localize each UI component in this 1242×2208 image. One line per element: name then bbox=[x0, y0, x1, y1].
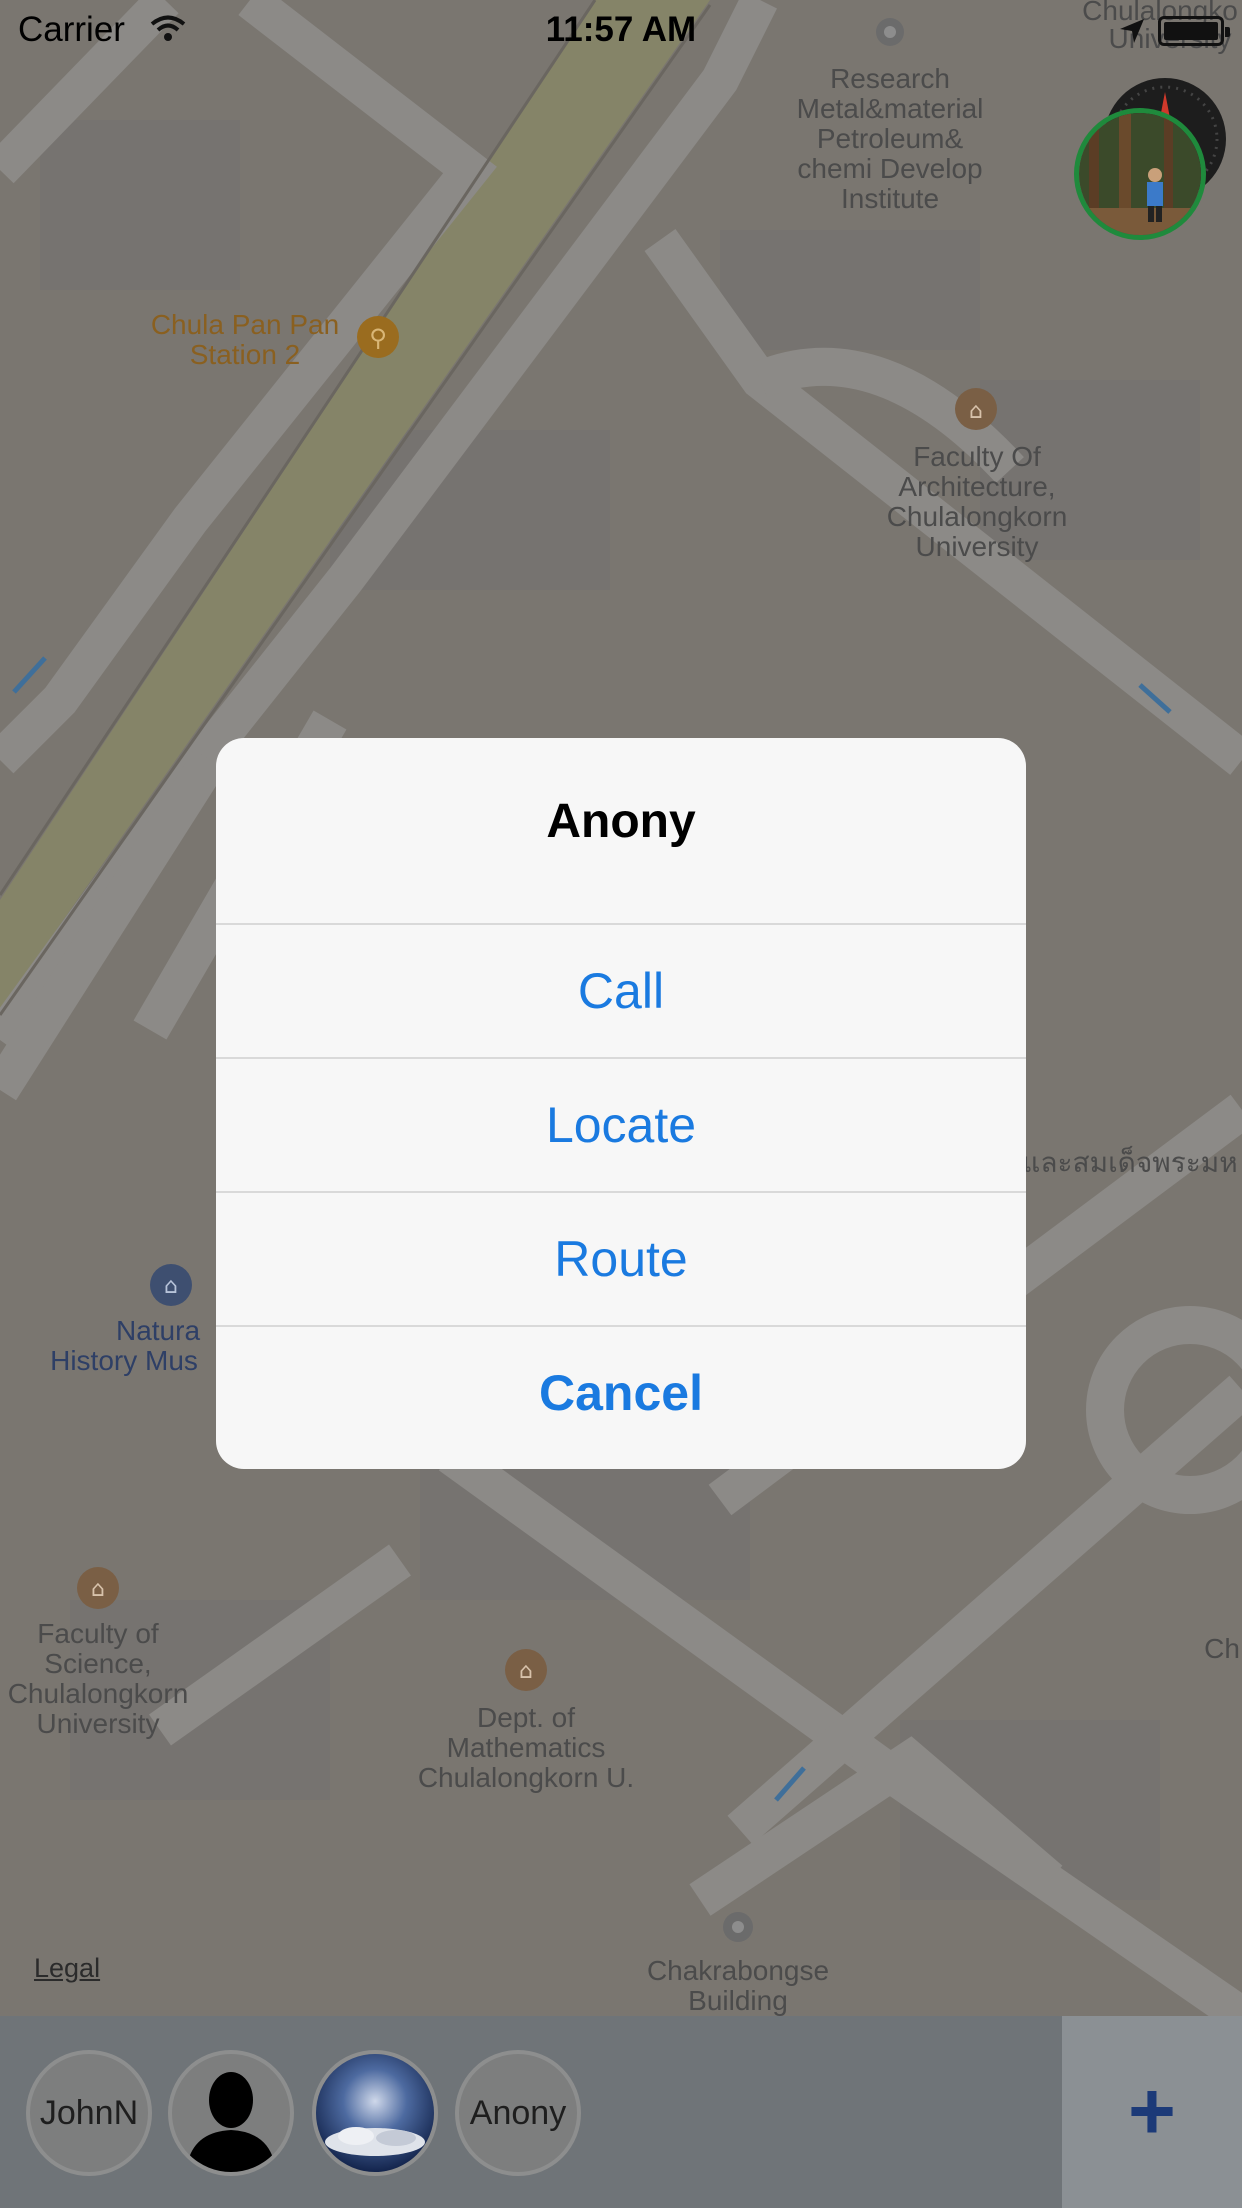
status-time: 11:57 AM bbox=[545, 10, 697, 49]
label-ch-right: Ch bbox=[1204, 1633, 1240, 1664]
action-alert: Anony Call Locate Route Cancel bbox=[216, 738, 1026, 1469]
alert-title: Anony bbox=[546, 795, 696, 848]
svg-text:⚲: ⚲ bbox=[369, 324, 387, 352]
contact-anony[interactable]: Anony bbox=[455, 2050, 581, 2176]
legal-link[interactable]: Legal bbox=[34, 1953, 100, 1984]
call-button[interactable]: Call bbox=[216, 923, 1026, 1057]
sky-photo bbox=[316, 2054, 434, 2172]
add-contact-button[interactable]: + bbox=[1062, 2016, 1242, 2208]
contact-tray: JohnN Anony + bbox=[0, 2016, 1242, 2208]
contact-label: JohnN bbox=[39, 2093, 139, 2132]
svg-text:⌂: ⌂ bbox=[969, 399, 983, 424]
user-location-avatar[interactable] bbox=[1074, 108, 1206, 240]
svg-text:⌂: ⌂ bbox=[164, 1274, 178, 1299]
person-silhouette-icon bbox=[186, 2072, 276, 2172]
locate-button[interactable]: Locate bbox=[216, 1057, 1026, 1191]
contact-johnn[interactable]: JohnN bbox=[26, 2050, 152, 2176]
svg-text:⌂: ⌂ bbox=[91, 1577, 105, 1602]
forest-photo bbox=[1079, 113, 1201, 235]
contact-sky-photo[interactable] bbox=[312, 2050, 438, 2176]
status-bar: Carrier 11:57 AM bbox=[0, 0, 1242, 60]
contact-silhouette[interactable] bbox=[168, 2050, 294, 2176]
location-arrow-icon bbox=[1118, 14, 1146, 54]
plus-icon: + bbox=[1128, 2066, 1176, 2157]
contact-label: Anony bbox=[469, 2093, 567, 2132]
battery-icon bbox=[1158, 16, 1230, 46]
route-button[interactable]: Route bbox=[216, 1191, 1026, 1325]
cancel-button[interactable]: Cancel bbox=[216, 1325, 1026, 1459]
svg-text:⌂: ⌂ bbox=[519, 1659, 533, 1684]
label-thai-road: และสมเด็จพระมห bbox=[1022, 1145, 1237, 1178]
